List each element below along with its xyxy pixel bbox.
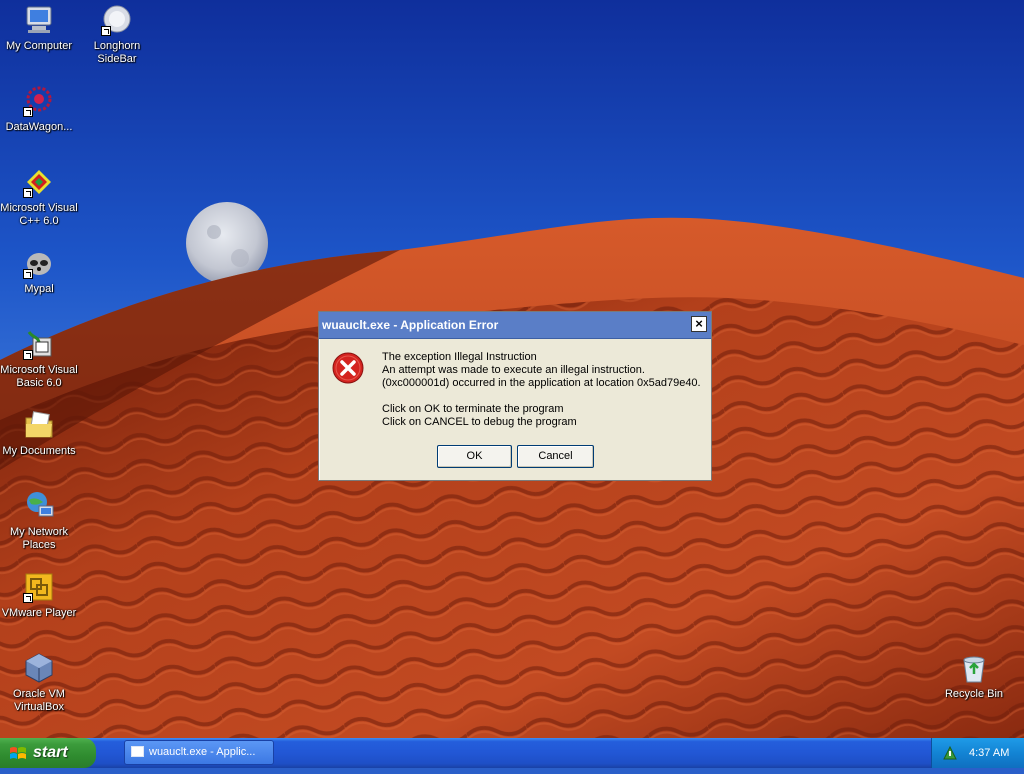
desktop-icon-label: Microsoft Visual C++ 6.0: [0, 202, 78, 227]
desktop-icon-recycle-bin[interactable]: Recycle Bin: [935, 652, 1013, 701]
desktop-icon-label: Longhorn SideBar: [93, 40, 141, 65]
ok-button[interactable]: OK: [437, 445, 512, 468]
desktop-icon-network-places[interactable]: My Network Places: [0, 490, 78, 552]
desktop-icon-mypal[interactable]: Mypal: [0, 247, 78, 296]
clock[interactable]: 4:37 AM: [969, 738, 1009, 768]
network-places-icon: [23, 490, 55, 522]
taskbar: start wuauclt.exe - Applic... 4:37 AM: [0, 738, 1024, 768]
desktop-icon-my-documents[interactable]: My Documents: [0, 409, 78, 458]
my-documents-icon: [23, 409, 55, 441]
desktop-icon-label: VMware Player: [1, 607, 77, 619]
my-computer-icon: [23, 4, 55, 36]
desktop-icon-label: DataWagon...: [5, 121, 73, 133]
desktop-icon-label: Oracle VM VirtualBox: [13, 688, 65, 713]
desktop-icon-label: Mypal: [24, 283, 54, 295]
dialog-title: wuauclt.exe - Application Error: [322, 318, 499, 332]
virtualbox-icon: [23, 652, 55, 684]
close-button[interactable]: ×: [691, 316, 707, 332]
error-icon: [332, 352, 364, 387]
desktop-icon-visual-basic[interactable]: Microsoft Visual Basic 6.0: [0, 328, 78, 390]
update-tray-icon[interactable]: [942, 745, 958, 764]
message-line: [382, 390, 701, 403]
close-icon: ×: [695, 316, 703, 331]
taskbar-button-wuauclt[interactable]: wuauclt.exe - Applic...: [124, 740, 274, 765]
start-label: start: [33, 744, 68, 761]
desktop-icon-vmware-player[interactable]: VMware Player: [0, 571, 78, 620]
taskbar-button-label: wuauclt.exe - Applic...: [149, 746, 256, 758]
dialog-titlebar[interactable]: wuauclt.exe - Application Error ×: [319, 312, 711, 339]
desktop-icon-datawagon[interactable]: DataWagon...: [0, 85, 78, 134]
desktop-icon-my-computer[interactable]: My Computer: [0, 4, 78, 53]
message-line: An attempt was made to execute an illega…: [382, 364, 645, 376]
start-button[interactable]: start: [0, 738, 96, 768]
application-error-dialog: wuauclt.exe - Application Error × The ex…: [318, 311, 712, 481]
visual-basic-icon: [23, 328, 55, 360]
vmware-player-icon: [23, 571, 55, 603]
message-line: (0xc000001d) occurred in the application…: [382, 377, 701, 389]
mypal-icon: [23, 247, 55, 279]
datawagon-icon: [23, 85, 55, 117]
desktop-icon-virtualbox[interactable]: Oracle VM VirtualBox: [0, 652, 78, 714]
desktop-icon-label: My Documents: [2, 445, 76, 457]
longhorn-sidebar-icon: [101, 4, 133, 36]
desktop-icon-label: My Network Places: [9, 526, 69, 551]
message-line: Click on CANCEL to debug the program: [382, 416, 577, 428]
message-line: Click on OK to terminate the program: [382, 403, 564, 415]
desktop-icon-label: Recycle Bin: [944, 688, 1004, 700]
desktop-icon-label: Microsoft Visual Basic 6.0: [0, 364, 78, 389]
desktop-icon-visual-cpp[interactable]: Microsoft Visual C++ 6.0: [0, 166, 78, 228]
desktop-icon-longhorn-sidebar[interactable]: Longhorn SideBar: [78, 4, 156, 66]
windows-flag-icon: [9, 744, 27, 774]
message-line: The exception Illegal Instruction: [382, 351, 537, 363]
system-tray: 4:37 AM: [931, 738, 1024, 768]
window-icon: [131, 746, 144, 757]
cancel-button[interactable]: Cancel: [517, 445, 594, 468]
recycle-bin-icon: [958, 652, 990, 684]
desktop-icon-label: My Computer: [5, 40, 73, 52]
error-message: The exception Illegal Instruction An att…: [382, 351, 701, 429]
visual-cpp-icon: [23, 166, 55, 198]
